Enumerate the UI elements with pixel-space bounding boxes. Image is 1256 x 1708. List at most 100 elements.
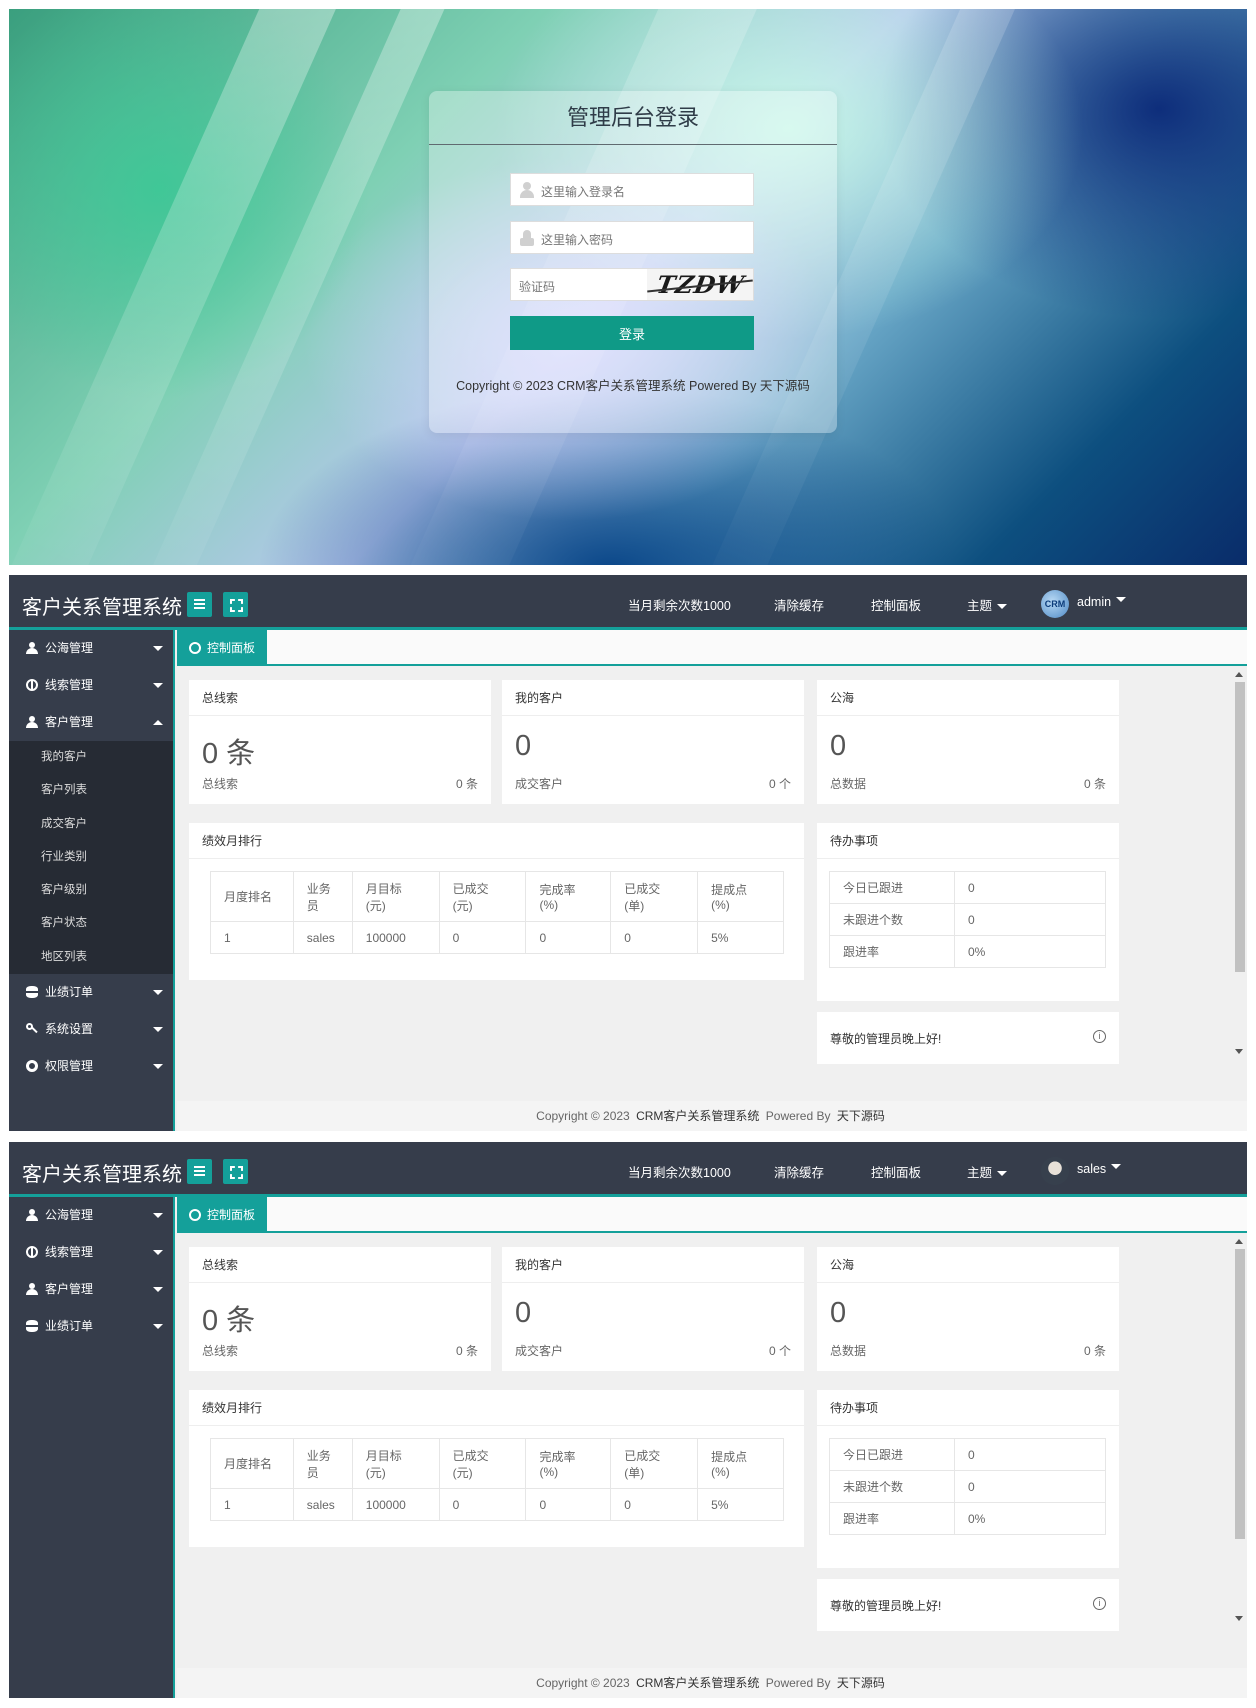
- stat-big-value: 0 条: [202, 1305, 256, 1337]
- user-avatar-icon[interactable]: [1041, 1157, 1069, 1185]
- person-icon: [26, 642, 38, 654]
- clear-cache-link[interactable]: 清除缓存: [774, 595, 824, 614]
- captcha-input[interactable]: 验证码 TZDW: [510, 268, 754, 301]
- sidebar-subitem[interactable]: 客户级别: [9, 874, 173, 907]
- ranking-title: 绩效月排行: [189, 1390, 804, 1426]
- stat-card: 公海 0 总数据 0 条: [817, 680, 1119, 804]
- scroll-up-icon[interactable]: [1235, 1239, 1243, 1244]
- table-row: 今日已跟进 0: [829, 1438, 1106, 1471]
- chevron-down-icon: [153, 1287, 163, 1292]
- sidebar-item[interactable]: 公海管理: [9, 1197, 173, 1234]
- table-cell: 0: [954, 871, 1106, 904]
- chevron-down-icon: [153, 1064, 163, 1070]
- todo-title: 待办事项: [817, 823, 1119, 859]
- stat-title: 我的客户: [502, 680, 804, 716]
- table-cell: 0%: [954, 935, 1106, 968]
- user-menu[interactable]: sales: [1077, 1162, 1122, 1176]
- table-header-cell: 已成交 (单): [610, 871, 699, 922]
- login-button[interactable]: 登录: [510, 316, 754, 350]
- welcome-card: 尊敬的管理员晚上好! i: [817, 1579, 1119, 1631]
- table-header-cell: 完成率 (%): [525, 871, 612, 922]
- sidebar-subitem[interactable]: 客户列表: [9, 774, 173, 807]
- info-icon[interactable]: i: [1093, 1597, 1106, 1610]
- tab-bar: 控制面板: [177, 630, 1247, 666]
- top-navbar: 客户关系管理系统 当月剩余次数1000 清除缓存 控制面板 主题 CRM adm…: [9, 575, 1247, 630]
- stat-card: 我的客户 0 成交客户 0 个: [502, 1247, 804, 1371]
- sidebar-subitem[interactable]: 成交客户: [9, 808, 173, 841]
- info-icon[interactable]: i: [1093, 1030, 1106, 1043]
- dashboard-panel: 客户关系管理系统 当月剩余次数1000 清除缓存 控制面板 主题 CRM adm…: [9, 575, 1247, 1131]
- sidebar-item[interactable]: 业绩订单: [9, 1308, 173, 1345]
- globe-icon: [26, 1246, 38, 1258]
- sidebar-item-label: 公海管理: [45, 1208, 94, 1222]
- table-cell: 0: [954, 1470, 1106, 1503]
- table-row: 跟进率 0%: [829, 935, 1106, 968]
- table-cell: 跟进率: [829, 935, 955, 968]
- sidebar-item[interactable]: 客户管理: [9, 704, 173, 741]
- username-input[interactable]: 这里输入登录名: [510, 173, 754, 206]
- sidebar-item[interactable]: 权限管理: [9, 1048, 173, 1085]
- sidebar-item[interactable]: 系统设置: [9, 1011, 173, 1048]
- crm-logo-icon[interactable]: CRM: [1041, 590, 1069, 618]
- stat-title: 总线索: [189, 1247, 491, 1283]
- user-icon: [26, 716, 38, 728]
- fullscreen-icon[interactable]: [223, 1159, 248, 1184]
- scrollbar[interactable]: [1233, 1237, 1245, 1623]
- sidebar-item[interactable]: 业绩订单: [9, 974, 173, 1011]
- menu-toggle-icon[interactable]: [187, 592, 212, 617]
- table-header-cell: 业务员: [292, 1438, 353, 1489]
- ranking-title: 绩效月排行: [189, 823, 804, 859]
- password-input[interactable]: 这里输入密码: [510, 221, 754, 254]
- sidebar-item[interactable]: 线索管理: [9, 667, 173, 704]
- sidebar-subitem[interactable]: 地区列表: [9, 941, 173, 974]
- theme-dropdown[interactable]: 主题: [967, 595, 1008, 614]
- scroll-down-icon[interactable]: [1235, 1616, 1243, 1621]
- sidebar-item[interactable]: 客户管理: [9, 1271, 173, 1308]
- dashboard-link[interactable]: 控制面板: [871, 595, 921, 614]
- stat-value: 0 条: [1083, 777, 1106, 791]
- stat-title: 公海: [817, 680, 1119, 716]
- stat-value: 0 条: [455, 1344, 478, 1358]
- sidebar-item[interactable]: 线索管理: [9, 1234, 173, 1271]
- captcha-image[interactable]: TZDW: [647, 269, 753, 300]
- scroll-thumb[interactable]: [1235, 682, 1245, 972]
- password-placeholder: 这里输入密码: [541, 233, 614, 247]
- sidebar-subitem[interactable]: 我的客户: [9, 741, 173, 774]
- clear-cache-link[interactable]: 清除缓存: [774, 1162, 824, 1181]
- scrollbar[interactable]: [1233, 670, 1245, 1056]
- sidebar-subitem[interactable]: 客户状态: [9, 907, 173, 940]
- footer: Copyright © 2023 CRM客户关系管理系统 Powered By …: [177, 1101, 1247, 1131]
- sidebar-item[interactable]: 公海管理: [9, 630, 173, 667]
- scroll-down-icon[interactable]: [1235, 1049, 1243, 1054]
- sidebar-item-label: 线索管理: [45, 678, 94, 692]
- chevron-down-icon: [153, 1213, 163, 1218]
- table-header-cell: 月度排名: [210, 871, 294, 922]
- table-cell: sales: [292, 1488, 353, 1521]
- todo-card: 待办事项 今日已跟进 0 未跟进个数 0 跟进率 0%: [817, 1390, 1119, 1568]
- table-cell: 1: [210, 1488, 294, 1521]
- tab-dashboard[interactable]: 控制面板: [177, 1197, 267, 1233]
- todo-table: 今日已跟进 0 未跟进个数 0 跟进率 0%: [829, 871, 1106, 968]
- user-menu[interactable]: admin: [1077, 595, 1127, 609]
- brand-title: 客户关系管理系统: [22, 1164, 182, 1186]
- sidebar-subitem[interactable]: 行业类别: [9, 841, 173, 874]
- table-cell: 0: [954, 903, 1106, 936]
- stat-label: 总数据: [830, 777, 867, 791]
- ranking-card: 绩效月排行 月度排名 业务员月目标 (元) 已成交 (元) 完成率 (%) 已成交 (单) 提成点…: [189, 1390, 804, 1547]
- dashboard-link[interactable]: 控制面板: [871, 1162, 921, 1181]
- fullscreen-icon[interactable]: [223, 592, 248, 617]
- username-placeholder: 这里输入登录名: [541, 185, 626, 199]
- tab-dashboard[interactable]: 控制面板: [177, 630, 267, 666]
- todo-table: 今日已跟进 0 未跟进个数 0 跟进率 0%: [829, 1438, 1106, 1535]
- sidebar-item-label: 线索管理: [45, 1245, 94, 1259]
- scroll-up-icon[interactable]: [1235, 672, 1243, 677]
- database-icon: [26, 986, 38, 999]
- scroll-thumb[interactable]: [1235, 1249, 1245, 1539]
- chevron-down-icon: [153, 646, 163, 651]
- globe-icon: [189, 1209, 201, 1221]
- menu-toggle-icon[interactable]: [187, 1159, 212, 1184]
- username-label: admin: [1077, 595, 1112, 609]
- theme-dropdown[interactable]: 主题: [967, 1162, 1008, 1181]
- table-header-cell: 已成交 (元): [438, 871, 527, 922]
- table-row: 未跟进个数 0: [829, 903, 1106, 936]
